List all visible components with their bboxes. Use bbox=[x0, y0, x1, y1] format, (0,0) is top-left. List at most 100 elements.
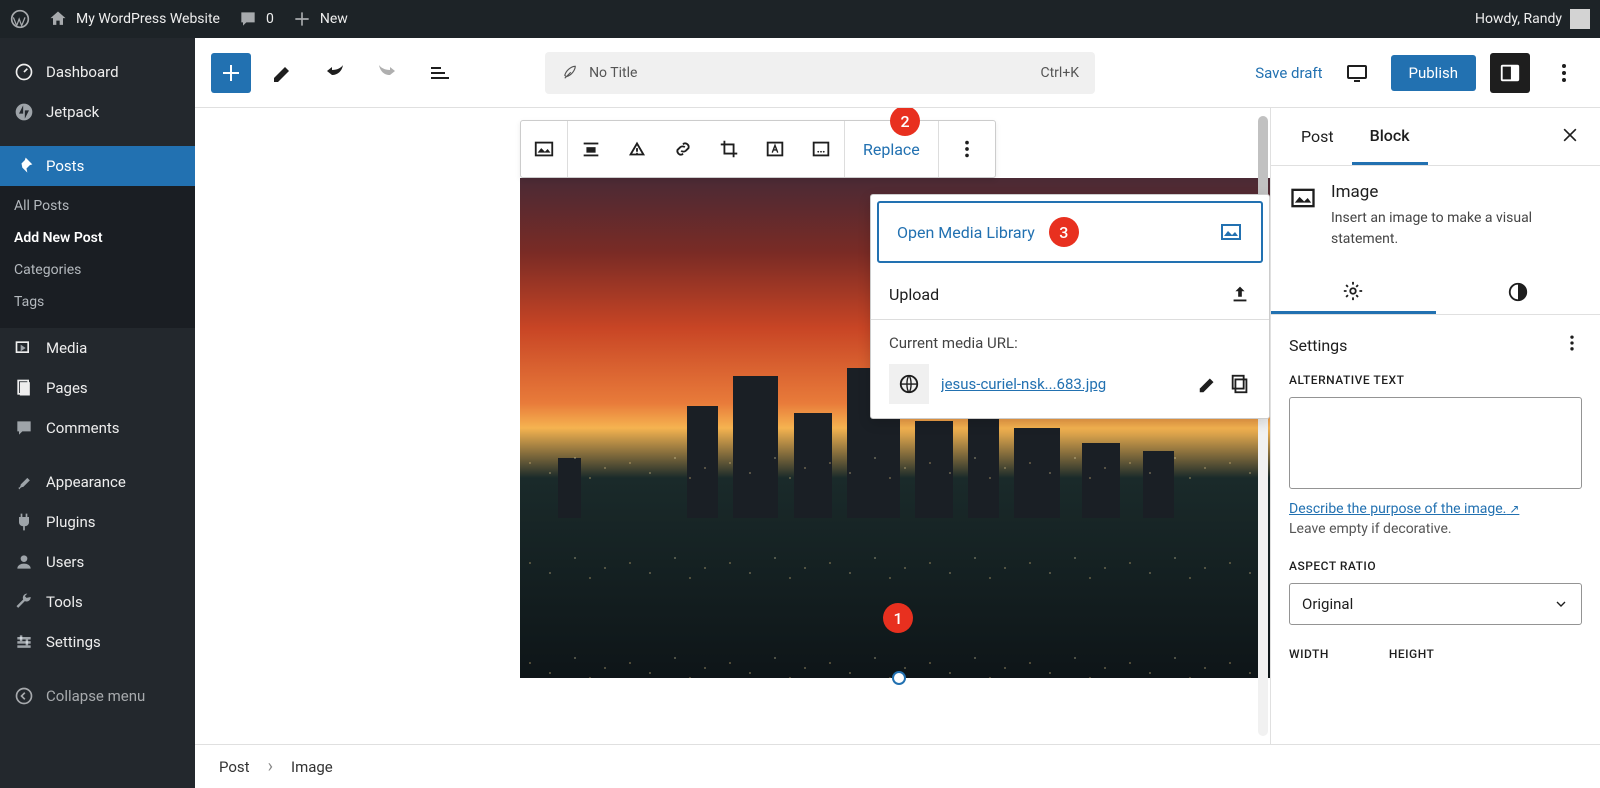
image-icon bbox=[533, 138, 555, 160]
upload-icon bbox=[1229, 283, 1251, 305]
admin-bar: My WordPress Website 0 New Howdy, Randy bbox=[0, 0, 1600, 38]
block-name: Image bbox=[1331, 182, 1582, 202]
upload-button[interactable]: Upload bbox=[871, 269, 1269, 320]
jetpack-icon bbox=[14, 102, 34, 122]
sidebar-item-dashboard[interactable]: Dashboard bbox=[0, 52, 195, 92]
text-overlay-button[interactable] bbox=[752, 121, 798, 177]
posts-submenu: All Posts Add New Post Categories Tags bbox=[0, 186, 195, 328]
media-icon bbox=[14, 338, 34, 358]
current-url-label: Current media URL: bbox=[889, 334, 1251, 352]
add-block-button[interactable] bbox=[211, 53, 251, 93]
new-link[interactable]: New bbox=[292, 9, 348, 29]
caption-button[interactable] bbox=[614, 121, 660, 177]
sidebar-item-settings[interactable]: Settings bbox=[0, 622, 195, 662]
sidebar-item-users[interactable]: Users bbox=[0, 542, 195, 582]
sidebar-collapse[interactable]: Collapse menu bbox=[0, 676, 195, 716]
align-icon bbox=[580, 138, 602, 160]
close-panel-button[interactable] bbox=[1552, 117, 1588, 157]
settings-tab[interactable] bbox=[1271, 270, 1436, 314]
title-shortcut: Ctrl+K bbox=[1040, 65, 1079, 81]
sidebar-item-label: Collapse menu bbox=[46, 687, 145, 705]
triangle-icon bbox=[626, 138, 648, 160]
undo-icon bbox=[323, 61, 347, 85]
editor-canvas[interactable]: Replace 2 bbox=[195, 108, 1270, 744]
image-icon bbox=[1289, 184, 1317, 212]
submenu-add-new-post[interactable]: Add New Post bbox=[0, 222, 195, 254]
contrast-icon bbox=[1507, 281, 1529, 303]
chevron-down-icon bbox=[1553, 596, 1569, 612]
edit-mode-button[interactable] bbox=[263, 53, 303, 93]
settings-panel-toggle[interactable] bbox=[1490, 53, 1530, 93]
crop-button[interactable] bbox=[706, 121, 752, 177]
sidebar-item-media[interactable]: Media bbox=[0, 328, 195, 368]
align-button[interactable] bbox=[568, 121, 614, 177]
resize-handle-bottom[interactable] bbox=[892, 671, 906, 685]
dashboard-icon bbox=[14, 62, 34, 82]
sidebar-item-tools[interactable]: Tools bbox=[0, 582, 195, 622]
breadcrumb-post[interactable]: Post bbox=[219, 758, 250, 776]
sidebar-item-label: Pages bbox=[46, 379, 88, 397]
block-description: Insert an image to make a visual stateme… bbox=[1331, 208, 1582, 250]
annotation-badge-3: 3 bbox=[1049, 217, 1079, 247]
scrollbar-thumb[interactable] bbox=[1258, 116, 1268, 206]
site-home-link[interactable]: My WordPress Website bbox=[48, 9, 220, 29]
media-url-link[interactable]: jesus-curiel-nsk...683.jpg bbox=[941, 375, 1185, 393]
breadcrumb-image[interactable]: Image bbox=[291, 758, 333, 776]
replace-label: Replace bbox=[863, 140, 920, 159]
sidebar-item-label: Settings bbox=[46, 633, 101, 651]
sidebar-item-comments[interactable]: Comments bbox=[0, 408, 195, 448]
sidebar-item-appearance[interactable]: Appearance bbox=[0, 462, 195, 502]
edit-url-button[interactable] bbox=[1197, 373, 1219, 395]
copy-url-button[interactable] bbox=[1229, 373, 1251, 395]
howdy-user[interactable]: Howdy, Randy bbox=[1475, 9, 1590, 29]
undo-button[interactable] bbox=[315, 53, 355, 93]
save-draft-button[interactable]: Save draft bbox=[1255, 64, 1322, 82]
sidebar-item-posts[interactable]: Posts bbox=[0, 146, 195, 186]
tab-post[interactable]: Post bbox=[1283, 108, 1352, 165]
wp-logo[interactable] bbox=[10, 9, 30, 29]
sidebar-item-label: Posts bbox=[46, 157, 84, 175]
image-icon bbox=[1219, 220, 1243, 244]
preview-button[interactable] bbox=[1337, 53, 1377, 93]
width-label: WIDTH bbox=[1289, 647, 1329, 661]
redo-icon bbox=[375, 61, 399, 85]
block-more-button[interactable] bbox=[939, 121, 995, 177]
block-type-button[interactable] bbox=[521, 121, 567, 177]
alt-text-label: ALTERNATIVE TEXT bbox=[1289, 373, 1582, 387]
sidebar-item-pages[interactable]: Pages bbox=[0, 368, 195, 408]
sidebar-item-label: Comments bbox=[46, 419, 120, 437]
aspect-ratio-select[interactable]: Original bbox=[1289, 583, 1582, 625]
brush-icon bbox=[14, 472, 34, 492]
link-button[interactable] bbox=[660, 121, 706, 177]
tab-block[interactable]: Block bbox=[1352, 108, 1428, 165]
publish-button[interactable]: Publish bbox=[1391, 55, 1476, 91]
comments-link[interactable]: 0 bbox=[238, 9, 274, 29]
panel-tabs: Post Block bbox=[1271, 108, 1600, 166]
describe-image-link[interactable]: Describe the purpose of the image. bbox=[1289, 501, 1519, 517]
styles-tab[interactable] bbox=[1436, 270, 1600, 314]
sidebar-item-jetpack[interactable]: Jetpack bbox=[0, 92, 195, 132]
upload-label: Upload bbox=[889, 285, 939, 304]
list-view-button[interactable] bbox=[419, 53, 459, 93]
plus-icon bbox=[219, 61, 243, 85]
globe-icon bbox=[898, 373, 920, 395]
submenu-categories[interactable]: Categories bbox=[0, 254, 195, 286]
title-search-bar[interactable]: No Title Ctrl+K bbox=[545, 52, 1095, 94]
sidebar-item-plugins[interactable]: Plugins bbox=[0, 502, 195, 542]
link-icon bbox=[672, 138, 694, 160]
open-media-library-button[interactable]: Open Media Library 3 bbox=[877, 201, 1263, 263]
settings-more-button[interactable] bbox=[1562, 333, 1582, 357]
crop-icon bbox=[718, 138, 740, 160]
settings-section-label: Settings bbox=[1289, 336, 1347, 355]
sidebar-item-label: Users bbox=[46, 553, 84, 571]
duotone-button[interactable] bbox=[798, 121, 844, 177]
redo-button[interactable] bbox=[367, 53, 407, 93]
sidebar-item-label: Dashboard bbox=[46, 63, 119, 81]
options-button[interactable] bbox=[1544, 53, 1584, 93]
pin-icon bbox=[14, 156, 34, 176]
plugin-icon bbox=[14, 512, 34, 532]
submenu-tags[interactable]: Tags bbox=[0, 286, 195, 318]
alt-text-input[interactable] bbox=[1289, 397, 1582, 489]
breadcrumb-separator: › bbox=[268, 756, 273, 777]
submenu-all-posts[interactable]: All Posts bbox=[0, 190, 195, 222]
